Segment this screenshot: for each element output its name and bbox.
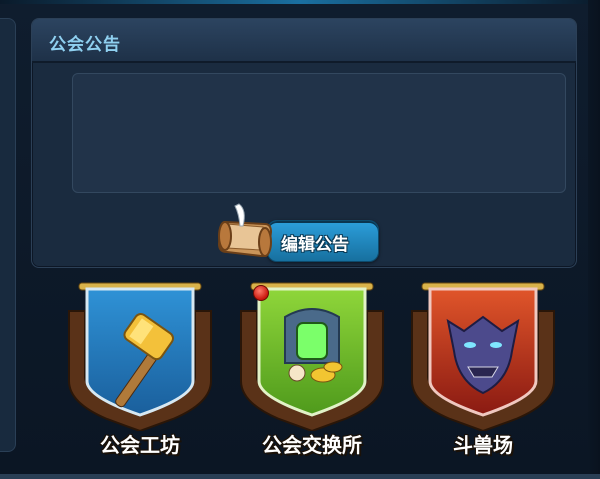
notification-dot xyxy=(253,285,269,301)
edit-notice-label: 编辑公告 xyxy=(281,235,349,255)
guild-exchange-button[interactable]: 公会交换所 xyxy=(237,281,387,461)
notice-title: 公会公告 xyxy=(49,35,121,55)
left-side-panel xyxy=(0,18,16,452)
guild-screen: 公会公告 编辑公告 公会工坊 公会交换所 斗兽场 xyxy=(0,0,600,479)
top-glow-bar xyxy=(0,0,600,4)
guild-workshop-button[interactable]: 公会工坊 xyxy=(65,281,215,461)
notice-content-area xyxy=(72,73,566,193)
treasure-shrine-icon xyxy=(240,282,384,431)
scroll-quill-icon xyxy=(217,203,273,258)
arena-label: 斗兽场 xyxy=(453,433,513,457)
guild-workshop-label: 公会工坊 xyxy=(100,433,180,457)
guild-exchange-label: 公会交换所 xyxy=(262,433,362,457)
bottom-border xyxy=(0,474,600,479)
edit-notice-button[interactable]: 编辑公告 xyxy=(213,200,379,262)
beast-face-icon xyxy=(411,282,555,431)
notice-header: 公会公告 xyxy=(32,19,576,63)
right-edge xyxy=(588,0,600,479)
hammer-icon xyxy=(68,282,212,431)
arena-button[interactable]: 斗兽场 xyxy=(408,281,558,461)
